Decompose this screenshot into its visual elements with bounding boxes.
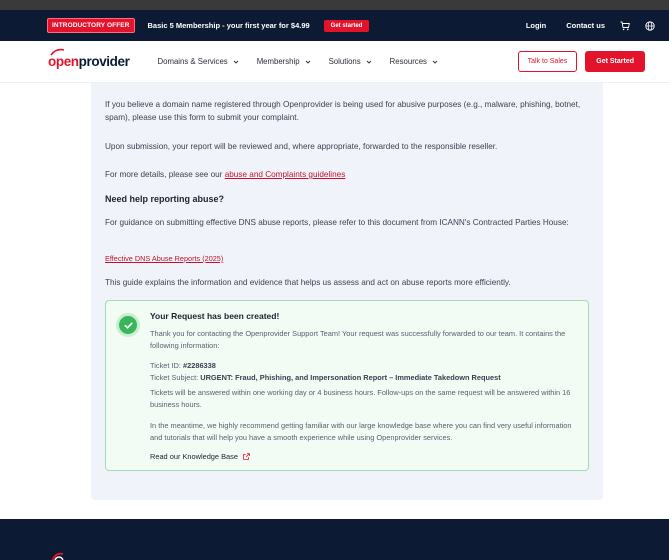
guide-paragraph: This guide explains the information and … — [105, 278, 511, 287]
cart-icon[interactable] — [619, 20, 630, 31]
knowledge-base-text: In the meantime, we highly recommend get… — [150, 421, 572, 442]
ticket-subject-line: Ticket Subject: URGENT: Fraud, Phishing,… — [150, 373, 501, 382]
chevron-down-icon — [233, 60, 239, 64]
footer-logo — [51, 552, 64, 560]
review-paragraph: Upon submission, your report will be rev… — [105, 142, 498, 151]
guidance-paragraph: For guidance on submitting effective DNS… — [105, 218, 569, 227]
promo-badge: INTRODUCTORY OFFER — [47, 18, 135, 33]
nav-item-solutions[interactable]: Solutions — [329, 57, 372, 66]
nav-item-resources[interactable]: Resources — [390, 57, 438, 66]
globe-icon[interactable] — [644, 20, 655, 31]
knowledge-base-link[interactable]: Read our Knowledge Base — [150, 452, 250, 461]
success-message-box: Your Request has been created! Thank you… — [105, 300, 589, 471]
promo-bar: INTRODUCTORY OFFER Basic 5 Membership - … — [0, 10, 669, 41]
success-title: Your Request has been created! — [150, 311, 280, 321]
ticket-id-value: #2286338 — [183, 361, 216, 370]
dns-abuse-reports-link[interactable]: Effective DNS Abuse Reports (2025) — [105, 254, 223, 263]
nav-menu: Domains & Services Membership Solutions … — [157, 57, 455, 66]
promo-text: Basic 5 Membership - your first year for… — [147, 21, 310, 30]
talk-to-sales-button[interactable]: Talk to Sales — [517, 51, 578, 72]
contact-link[interactable]: Contact us — [566, 21, 605, 30]
chevron-down-icon — [305, 60, 310, 64]
chevron-down-icon — [366, 60, 371, 64]
external-link-icon — [243, 453, 250, 460]
help-heading: Need help reporting abuse? — [105, 194, 225, 204]
check-circle-icon — [116, 313, 140, 337]
nav-actions: Talk to Sales Get Started — [517, 51, 645, 72]
get-started-button[interactable]: Get Started — [585, 51, 645, 72]
nav-item-domains-services[interactable]: Domains & Services — [157, 57, 239, 66]
success-thanks: Thank you for contacting the Openprovide… — [150, 329, 566, 350]
login-link[interactable]: Login — [526, 21, 546, 30]
nav-item-membership[interactable]: Membership — [257, 57, 311, 66]
browser-chrome-strip — [0, 0, 669, 10]
abuse-report-card: If you believe a domain name registered … — [91, 83, 603, 500]
details-paragraph: For more details, please see our abuse a… — [105, 170, 346, 179]
main-nav: open provider Domains & Services Membersh… — [0, 41, 669, 83]
intro-paragraph: If you believe a domain name registered … — [105, 100, 581, 122]
ticket-id-line: Ticket ID: #2286338 — [150, 361, 216, 370]
promo-get-started-button[interactable]: Get started — [323, 19, 370, 32]
response-time-text: Tickets will be answered within one work… — [150, 388, 571, 409]
promo-right-links: Login Contact us — [506, 20, 655, 31]
openprovider-logo[interactable]: open provider — [48, 48, 130, 69]
ticket-subject-value: URGENT: Fraud, Phishing, and Impersonati… — [200, 373, 501, 382]
chevron-down-icon — [432, 60, 438, 64]
footer — [0, 519, 669, 560]
abuse-guidelines-link[interactable]: abuse and Complaints guidelines — [225, 170, 346, 179]
